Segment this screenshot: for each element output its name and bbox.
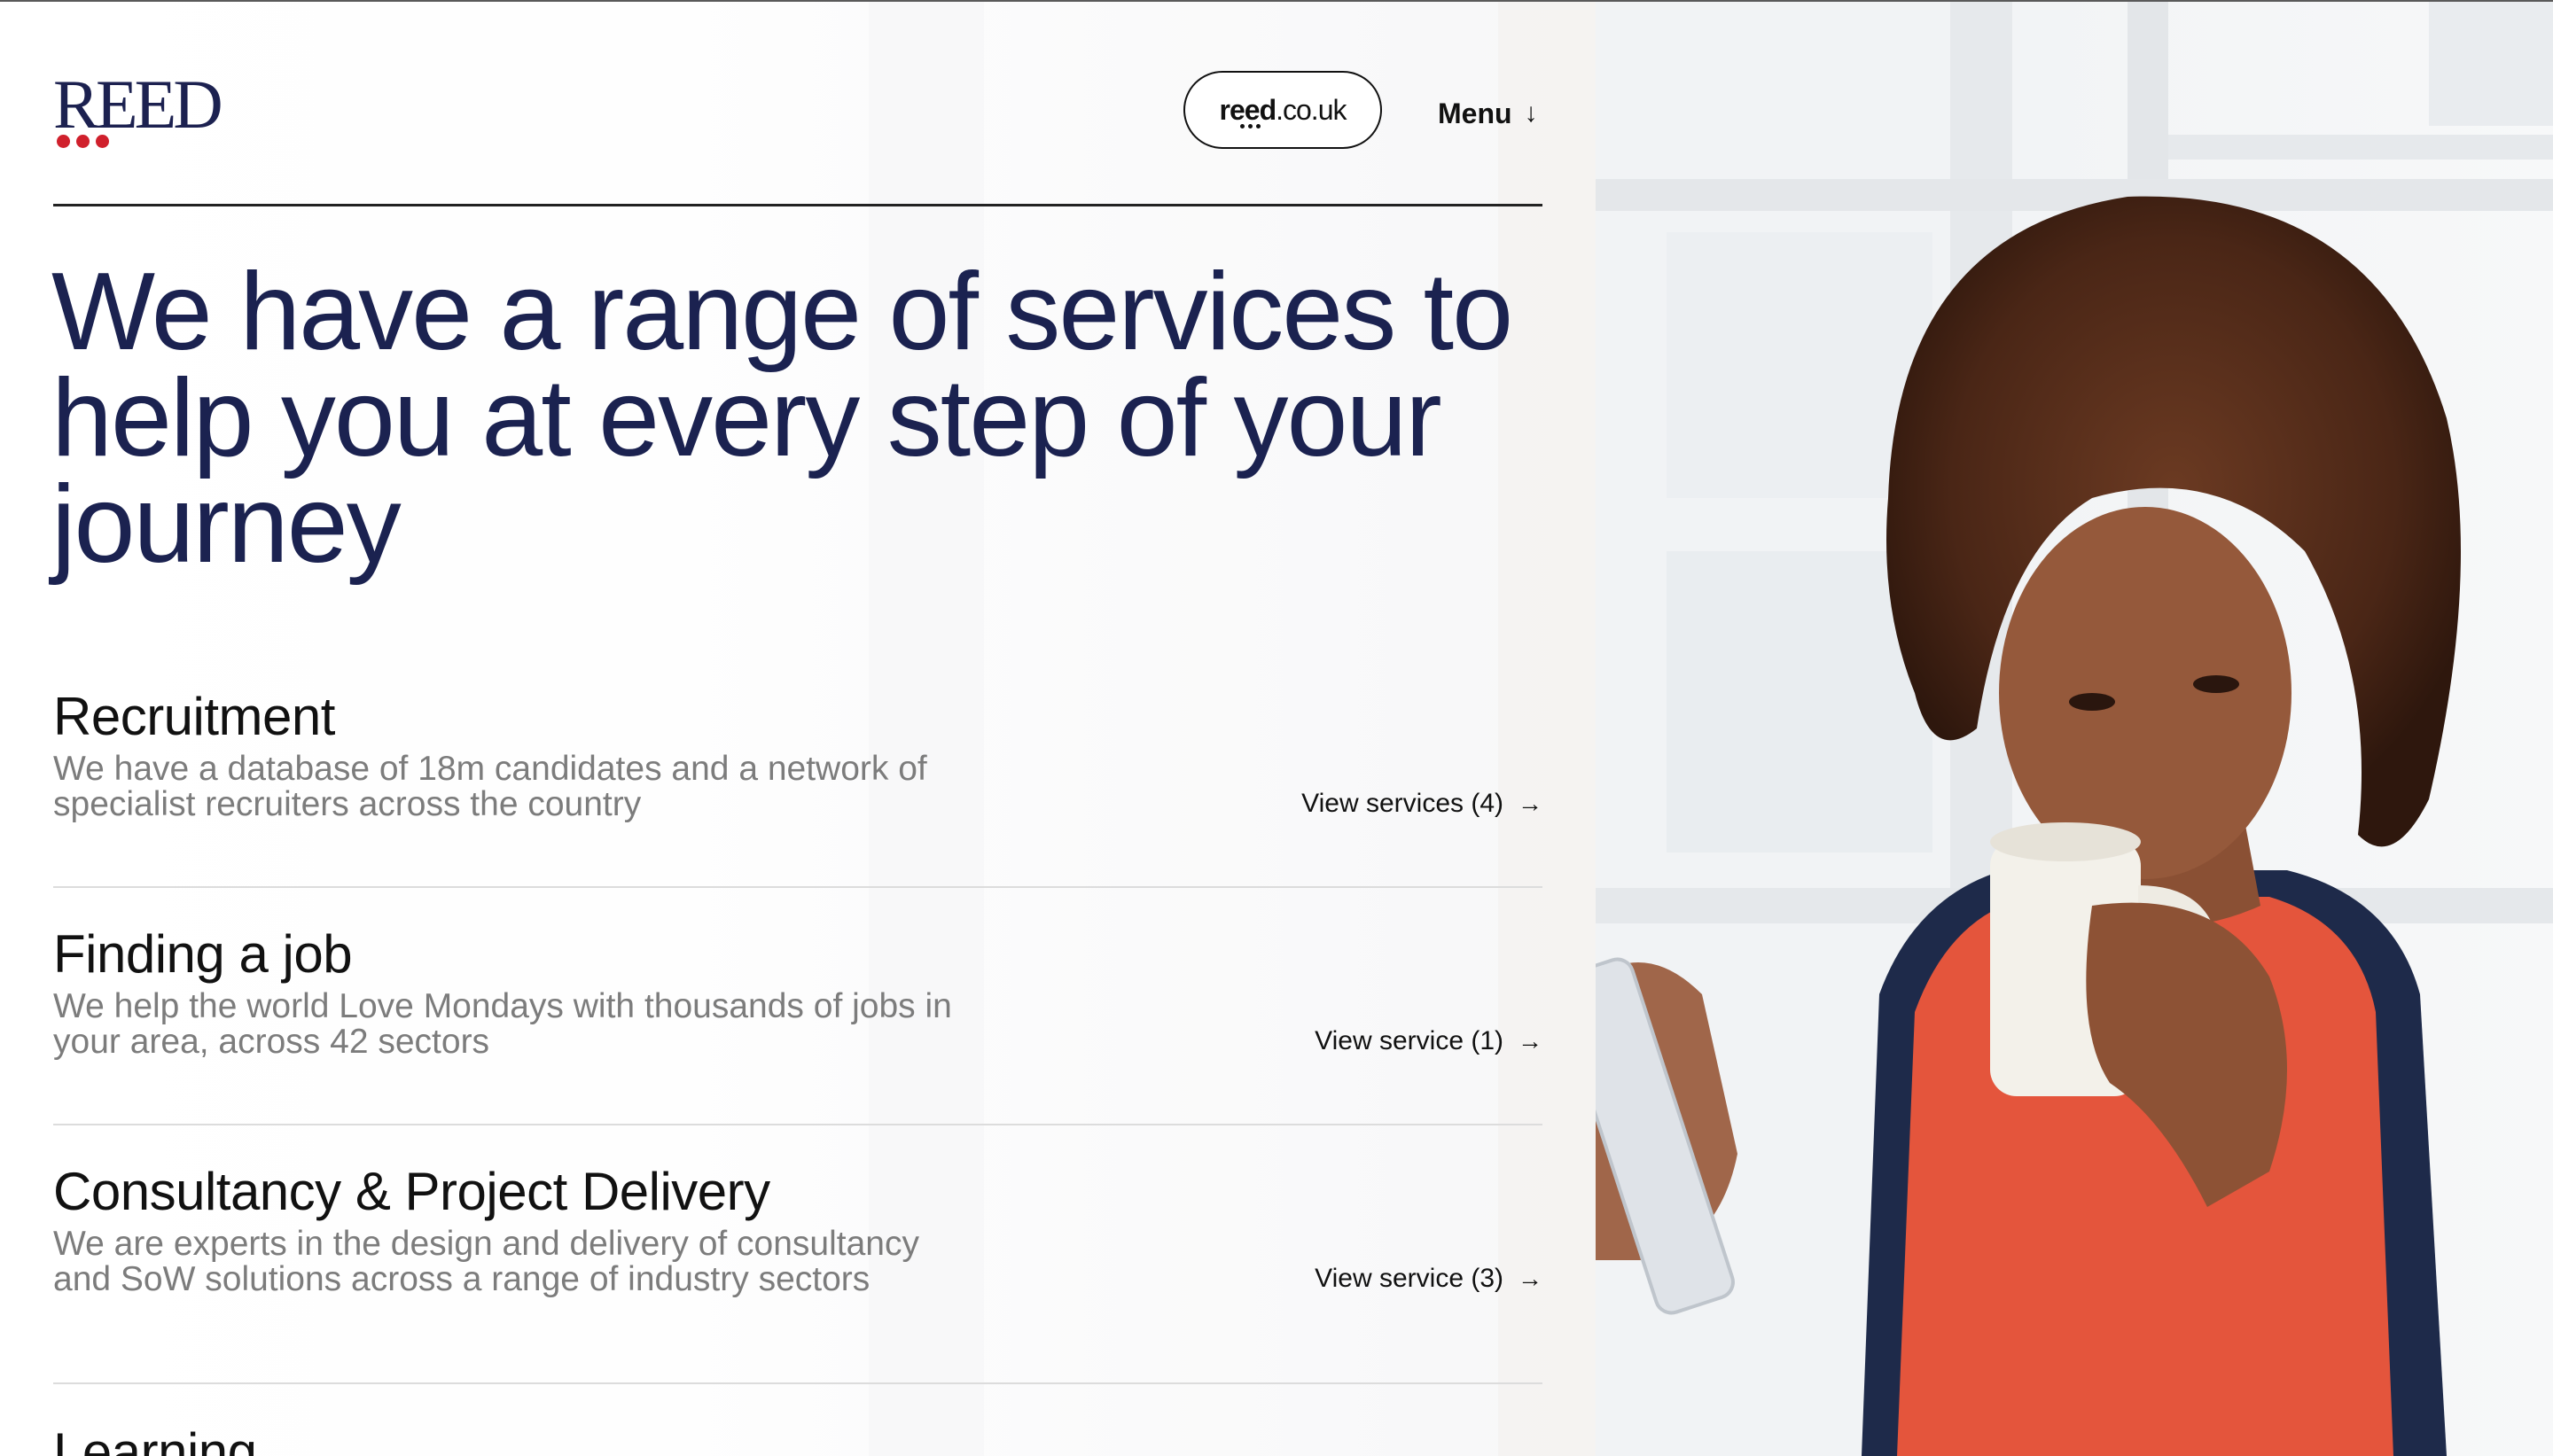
woman-with-coffee-image bbox=[1596, 2, 2553, 1456]
service-title: Learning bbox=[53, 1422, 257, 1456]
hero-photo bbox=[1596, 2, 2553, 1456]
service-consultancy: Consultancy & Project Delivery We are ex… bbox=[53, 1161, 1542, 1312]
header-divider bbox=[53, 204, 1542, 206]
arrow-right-icon: → bbox=[1518, 790, 1542, 817]
view-services-link[interactable]: View services (4) → bbox=[1301, 789, 1542, 819]
page-headline: We have a range of services to help you … bbox=[51, 251, 1513, 586]
service-description: We have a database of 18m candidates and… bbox=[53, 750, 927, 823]
menu-label: Menu bbox=[1438, 97, 1512, 129]
site-link-bold: reed bbox=[1219, 93, 1277, 126]
service-divider bbox=[53, 1124, 1542, 1125]
arrow-right-icon: → bbox=[1518, 1265, 1542, 1292]
site-link-rest: .co.uk bbox=[1276, 93, 1347, 126]
menu-button[interactable]: Menu ↓ bbox=[1438, 94, 1538, 133]
service-learning: Learning bbox=[53, 1421, 1542, 1456]
link-label: View service (3) bbox=[1315, 1264, 1503, 1293]
reed-co-uk-button[interactable]: reed .co.uk bbox=[1183, 71, 1382, 149]
service-recruitment: Recruitment We have a database of 18m ca… bbox=[53, 686, 1542, 837]
service-description: We are experts in the design and deliver… bbox=[53, 1225, 919, 1298]
service-description: We help the world Love Mondays with thou… bbox=[53, 987, 952, 1061]
reed-dots-icon bbox=[1240, 124, 1261, 128]
service-finding-a-job: Finding a job We help the world Love Mon… bbox=[53, 923, 1542, 1074]
service-title: Recruitment bbox=[53, 687, 335, 746]
service-title: Consultancy & Project Delivery bbox=[53, 1162, 770, 1221]
reed-logo[interactable]: REED bbox=[53, 69, 223, 154]
logo-wordmark: REED bbox=[53, 66, 223, 143]
service-divider bbox=[53, 886, 1542, 888]
view-service-link[interactable]: View service (3) → bbox=[1315, 1264, 1542, 1294]
link-label: View services (4) bbox=[1301, 789, 1503, 818]
service-divider bbox=[53, 1382, 1542, 1384]
view-service-link[interactable]: View service (1) → bbox=[1315, 1026, 1542, 1056]
service-title: Finding a job bbox=[53, 924, 353, 984]
link-label: View service (1) bbox=[1315, 1026, 1503, 1055]
logo-dots-icon bbox=[57, 135, 109, 148]
arrow-down-icon: ↓ bbox=[1524, 98, 1538, 128]
arrow-right-icon: → bbox=[1518, 1027, 1542, 1055]
